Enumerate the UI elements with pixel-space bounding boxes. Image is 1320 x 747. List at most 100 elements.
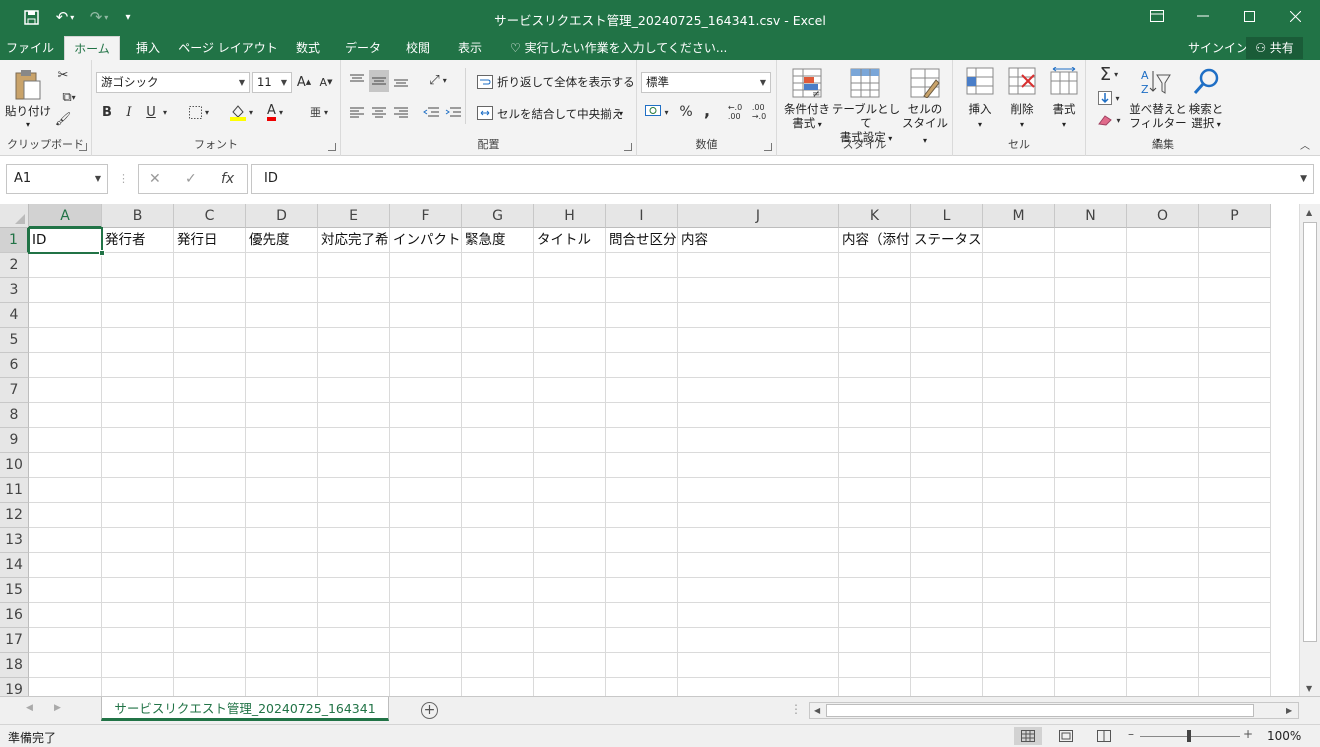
cell-m7[interactable] — [983, 378, 1055, 403]
cell-j6[interactable] — [678, 353, 839, 378]
cell-p5[interactable] — [1199, 328, 1271, 353]
cell-f11[interactable] — [390, 478, 462, 503]
cell-i2[interactable] — [606, 253, 678, 278]
merge-dropdown-icon[interactable]: ▾ — [619, 107, 623, 121]
cell-f12[interactable] — [390, 503, 462, 528]
cell-k16[interactable] — [839, 603, 911, 628]
cell-b16[interactable] — [102, 603, 174, 628]
cell-h11[interactable] — [534, 478, 606, 503]
cell-o7[interactable] — [1127, 378, 1199, 403]
format-cells-icon[interactable] — [1049, 66, 1079, 96]
normal-view-icon[interactable] — [1014, 727, 1042, 745]
cell-k4[interactable] — [839, 303, 911, 328]
maximize-icon[interactable] — [1226, 0, 1272, 32]
cell-h3[interactable] — [534, 278, 606, 303]
row-header-12[interactable]: 12 — [0, 503, 29, 528]
cell-j17[interactable] — [678, 628, 839, 653]
cell-j13[interactable] — [678, 528, 839, 553]
cell-k12[interactable] — [839, 503, 911, 528]
cell-n15[interactable] — [1055, 578, 1127, 603]
cell-k7[interactable] — [839, 378, 911, 403]
cell-o15[interactable] — [1127, 578, 1199, 603]
cell-g7[interactable] — [462, 378, 534, 403]
cell-b5[interactable] — [102, 328, 174, 353]
cell-m11[interactable] — [983, 478, 1055, 503]
cell-n12[interactable] — [1055, 503, 1127, 528]
cell-o8[interactable] — [1127, 403, 1199, 428]
cell-h2[interactable] — [534, 253, 606, 278]
row-header-10[interactable]: 10 — [0, 453, 29, 478]
cell-d10[interactable] — [246, 453, 318, 478]
row-header-5[interactable]: 5 — [0, 328, 29, 353]
cut-icon[interactable]: ✂ — [54, 66, 72, 84]
font-name-select[interactable]: 游ゴシック ▼ — [96, 72, 250, 93]
find-select-icon[interactable] — [1190, 66, 1222, 98]
add-sheet-icon[interactable]: + — [421, 702, 438, 719]
row-header-16[interactable]: 16 — [0, 603, 29, 628]
horizontal-scrollbar[interactable]: ◀ ▶ — [809, 702, 1299, 719]
cell-a6[interactable] — [29, 353, 102, 378]
cell-d15[interactable] — [246, 578, 318, 603]
comma-style-button[interactable]: , — [699, 100, 715, 120]
cell-c13[interactable] — [174, 528, 246, 553]
cell-d2[interactable] — [246, 253, 318, 278]
cell-b7[interactable] — [102, 378, 174, 403]
cell-d13[interactable] — [246, 528, 318, 553]
cell-m1[interactable] — [983, 228, 1055, 253]
cell-l11[interactable] — [911, 478, 983, 503]
cell-m12[interactable] — [983, 503, 1055, 528]
top-align-icon[interactable] — [347, 70, 367, 90]
column-header-n[interactable]: N — [1055, 204, 1127, 228]
cell-o2[interactable] — [1127, 253, 1199, 278]
cell-d9[interactable] — [246, 428, 318, 453]
cell-l12[interactable] — [911, 503, 983, 528]
cell-e13[interactable] — [318, 528, 390, 553]
cell-n7[interactable] — [1055, 378, 1127, 403]
cell-i3[interactable] — [606, 278, 678, 303]
cell-p15[interactable] — [1199, 578, 1271, 603]
cell-n6[interactable] — [1055, 353, 1127, 378]
name-box[interactable]: A1 ▼ — [6, 164, 108, 194]
cell-n16[interactable] — [1055, 603, 1127, 628]
cell-b17[interactable] — [102, 628, 174, 653]
tab-formulas[interactable]: 数式 — [288, 36, 328, 60]
cell-e1[interactable]: 対応完了希 — [318, 228, 390, 253]
font-size-select[interactable]: 11 ▼ — [252, 72, 292, 93]
cell-j16[interactable] — [678, 603, 839, 628]
cell-a15[interactable] — [29, 578, 102, 603]
collapse-ribbon-icon[interactable]: ︿ — [1300, 137, 1310, 152]
cell-g5[interactable] — [462, 328, 534, 353]
cell-g6[interactable] — [462, 353, 534, 378]
cell-i17[interactable] — [606, 628, 678, 653]
cell-e16[interactable] — [318, 603, 390, 628]
cell-j12[interactable] — [678, 503, 839, 528]
cell-b19[interactable] — [102, 678, 174, 696]
row-header-2[interactable]: 2 — [0, 253, 29, 278]
cell-a4[interactable] — [29, 303, 102, 328]
cell-p17[interactable] — [1199, 628, 1271, 653]
horizontal-scroll-thumb[interactable] — [826, 704, 1254, 717]
cell-d3[interactable] — [246, 278, 318, 303]
cell-i10[interactable] — [606, 453, 678, 478]
column-header-h[interactable]: H — [534, 204, 606, 228]
cell-a9[interactable] — [29, 428, 102, 453]
cell-f3[interactable] — [390, 278, 462, 303]
cell-i11[interactable] — [606, 478, 678, 503]
cell-l16[interactable] — [911, 603, 983, 628]
page-break-view-icon[interactable] — [1090, 727, 1118, 745]
cell-n17[interactable] — [1055, 628, 1127, 653]
row-header-13[interactable]: 13 — [0, 528, 29, 553]
cell-e14[interactable] — [318, 553, 390, 578]
cell-o16[interactable] — [1127, 603, 1199, 628]
cell-m18[interactable] — [983, 653, 1055, 678]
scroll-right-icon[interactable]: ▶ — [1286, 706, 1292, 715]
scroll-up-icon[interactable]: ▲ — [1306, 208, 1312, 217]
cell-m10[interactable] — [983, 453, 1055, 478]
cell-h8[interactable] — [534, 403, 606, 428]
percent-style-button[interactable]: % — [677, 102, 695, 122]
cell-o3[interactable] — [1127, 278, 1199, 303]
cell-c7[interactable] — [174, 378, 246, 403]
cell-c4[interactable] — [174, 303, 246, 328]
cell-g1[interactable]: 緊急度 — [462, 228, 534, 253]
cell-g9[interactable] — [462, 428, 534, 453]
